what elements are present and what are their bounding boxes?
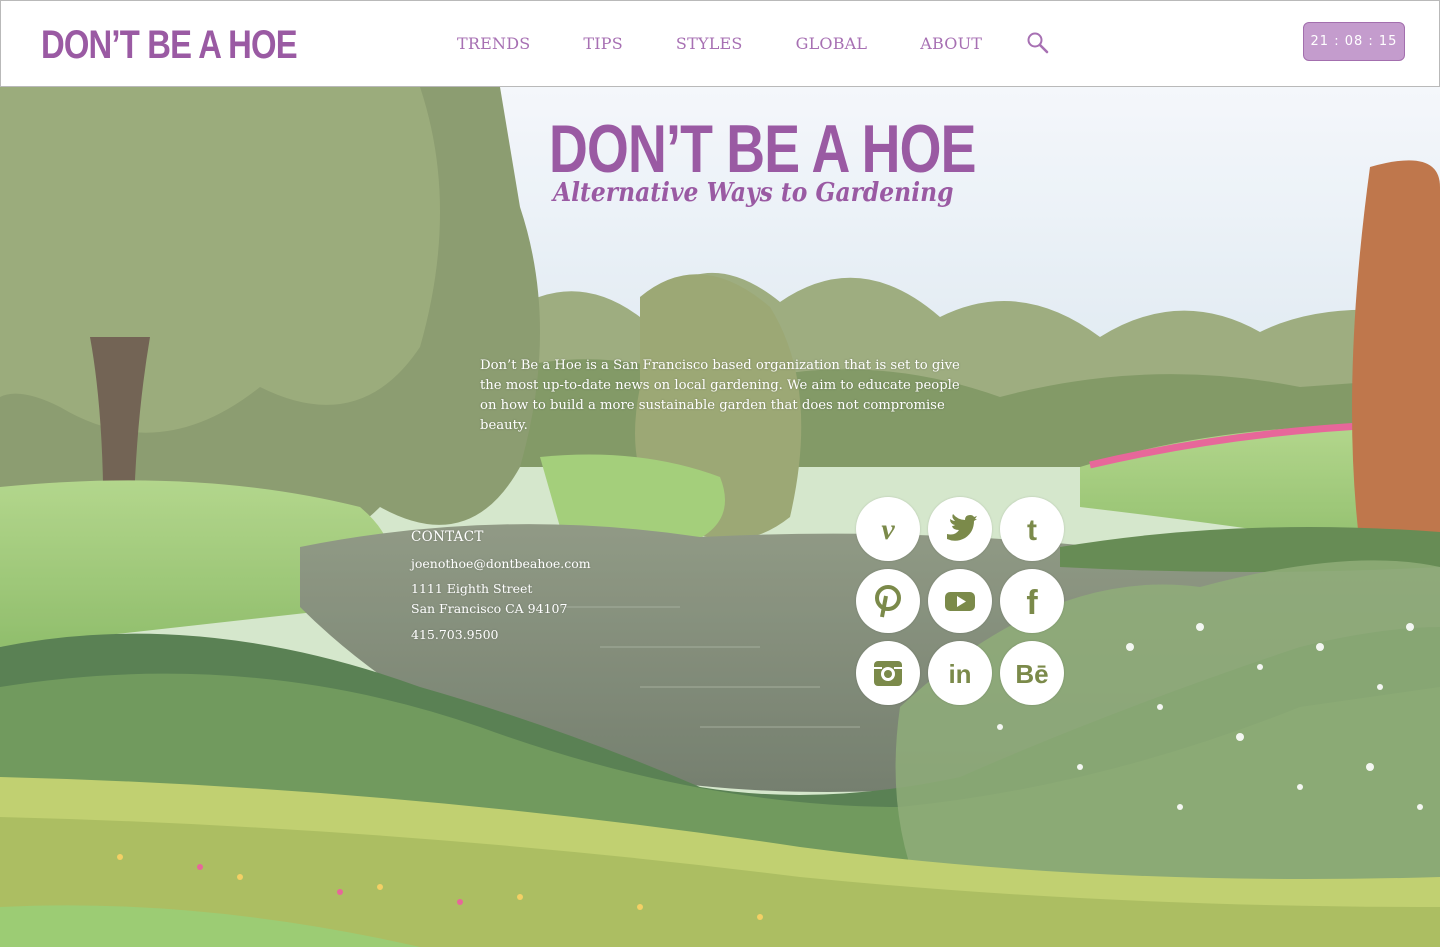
contact-phone: 415.703.9500 [411,627,499,642]
youtube-icon[interactable] [928,569,992,633]
nav-tips[interactable]: TIPS [583,34,623,53]
nav-global[interactable]: GLOBAL [796,34,868,53]
vimeo-icon-glyph: v [881,513,895,546]
search-icon[interactable] [1026,31,1050,55]
pinterest-icon[interactable] [856,569,920,633]
social-links: v t f in Bē [856,497,1071,705]
main-nav: TRENDS TIPS STYLES GLOBAL ABOUT [457,34,1035,53]
contact-block: CONTACT joenothoe@dontbeahoe.com 1111 Ei… [411,529,591,642]
vimeo-icon[interactable]: v [856,497,920,561]
site-logo[interactable]: DON’T BE A HOE [41,23,298,68]
contact-street: 1111 Eighth Street [411,581,533,596]
contact-email-link[interactable]: joenothoe@dontbeahoe.com [411,556,591,571]
hero-title: DON’T BE A HOE [549,111,976,187]
behance-icon-glyph: Bē [1015,659,1048,689]
hero-subtitle: Alternative Ways to Gardening [553,178,954,208]
tumblr-icon[interactable]: t [1000,497,1064,561]
behance-icon[interactable]: Bē [1000,641,1064,705]
about-text: Don’t Be a Hoe is a San Francisco based … [480,358,960,433]
instagram-icon[interactable] [856,641,920,705]
twitter-icon[interactable] [928,497,992,561]
nav-styles[interactable]: STYLES [676,34,743,53]
nav-trends[interactable]: TRENDS [457,34,530,53]
facebook-icon-glyph: f [1026,584,1038,618]
site-header: DON’T BE A HOE TRENDS TIPS STYLES GLOBAL… [0,0,1440,87]
facebook-icon[interactable]: f [1000,569,1064,633]
garden-background-image [0,87,1440,947]
tumblr-icon-glyph: t [1027,514,1037,546]
clock-badge: 21 : 08 : 15 [1303,22,1405,61]
contact-city: San Francisco CA 94107 [411,601,568,616]
nav-about[interactable]: ABOUT [920,34,982,53]
linkedin-icon[interactable]: in [928,641,992,705]
contact-heading: CONTACT [411,529,484,545]
linkedin-icon-glyph: in [948,659,971,689]
